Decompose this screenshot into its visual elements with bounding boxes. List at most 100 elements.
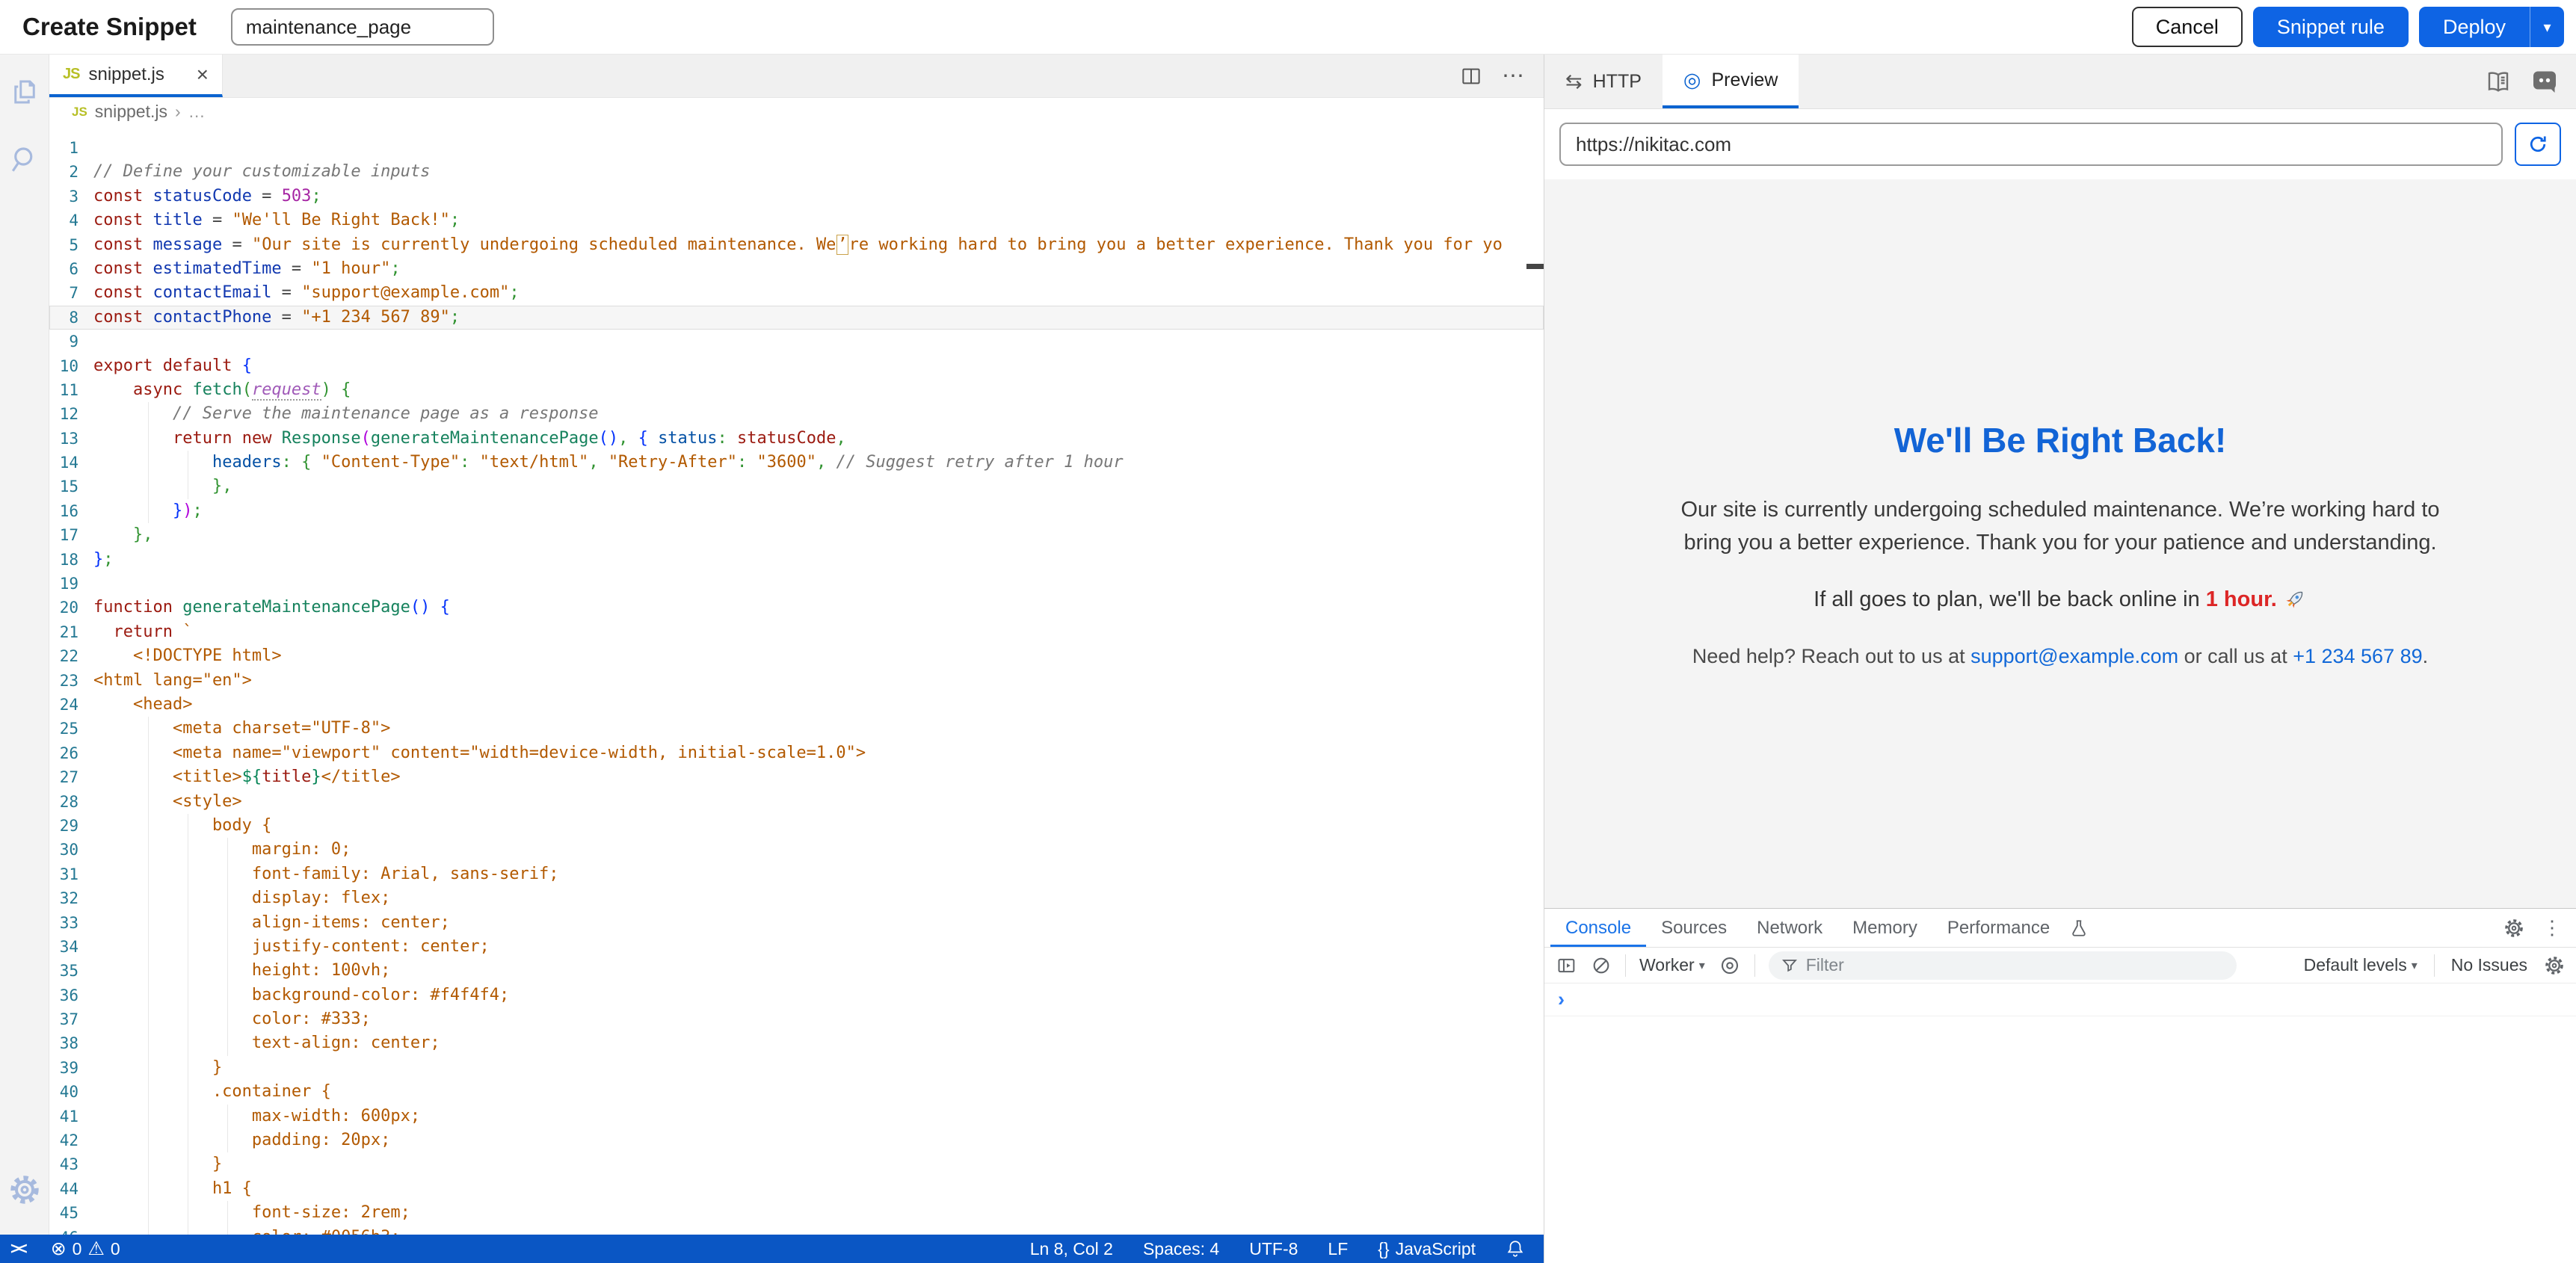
code-line[interactable]: 5const message = "Our site is currently … [49, 233, 1544, 257]
code-line[interactable]: 18}; [49, 548, 1544, 572]
code-line[interactable]: 28 <style> [49, 790, 1544, 814]
code-text: <head> [93, 695, 192, 714]
code-line[interactable]: 3const statusCode = 503; [49, 185, 1544, 209]
breadcrumb-file[interactable]: snippet.js [95, 102, 167, 122]
console-filter[interactable] [1769, 951, 2237, 980]
code-line[interactable]: 14 headers: { "Content-Type": "text/html… [49, 451, 1544, 475]
devtools-tab-performance[interactable]: Performance [1932, 909, 2065, 947]
cancel-button[interactable]: Cancel [2132, 7, 2243, 47]
code-line[interactable]: 13 return new Response(generateMaintenan… [49, 427, 1544, 451]
code-line[interactable]: 39 } [49, 1056, 1544, 1080]
code-line[interactable]: 19 [49, 572, 1544, 596]
clear-console-icon[interactable] [1591, 955, 1612, 976]
tab-http[interactable]: ⇆ HTTP [1544, 55, 1663, 108]
code-line[interactable]: 11 async fetch(request) { [49, 378, 1544, 402]
snippet-rule-button[interactable]: Snippet rule [2253, 7, 2409, 47]
support-email-link[interactable]: support@example.com [1970, 645, 2178, 667]
code-line[interactable]: 42 padding: 20px; [49, 1128, 1544, 1152]
console-settings-gear-icon[interactable] [2544, 955, 2565, 976]
code-line[interactable]: 34 justify-content: center; [49, 935, 1544, 959]
code-line[interactable]: 45 font-size: 2rem; [49, 1201, 1544, 1225]
url-input[interactable] [1559, 123, 2503, 166]
code-line[interactable]: 23<html lang="en"> [49, 669, 1544, 693]
header-actions: Cancel Snippet rule Deploy ▾ [2132, 7, 2564, 47]
code-line[interactable]: 4const title = "We'll Be Right Back!"; [49, 209, 1544, 232]
breadcrumb[interactable]: JS snippet.js › … [49, 98, 1544, 126]
code-line[interactable]: 16 }); [49, 499, 1544, 523]
split-editor-icon[interactable] [1460, 65, 1482, 87]
code-line[interactable]: 8const contactPhone = "+1 234 567 89"; [49, 306, 1544, 330]
code-text: const contactPhone = "+1 234 567 89"; [93, 308, 460, 327]
log-levels-selector[interactable]: Default levels▾ [2304, 955, 2418, 975]
docs-book-icon[interactable] [2485, 68, 2512, 95]
code-line[interactable]: 31 font-family: Arial, sans-serif; [49, 862, 1544, 886]
code-line[interactable]: 46 color: #0056b3; [49, 1226, 1544, 1235]
refresh-button[interactable] [2515, 123, 2561, 166]
code-line[interactable]: 40 .container { [49, 1080, 1544, 1104]
code-line[interactable]: 32 display: flex; [49, 886, 1544, 910]
files-icon[interactable] [8, 75, 41, 108]
tab-snippet-js[interactable]: JS snippet.js × [49, 55, 223, 97]
code-line[interactable]: 41 max-width: 600px; [49, 1105, 1544, 1128]
discord-icon[interactable] [2531, 68, 2558, 95]
devtools-tab-memory[interactable]: Memory [1837, 909, 1932, 947]
code-line[interactable]: 44 h1 { [49, 1177, 1544, 1201]
console-input-row[interactable]: › [1544, 983, 2576, 1016]
close-icon[interactable]: × [197, 64, 209, 85]
console-sidebar-toggle-icon[interactable] [1556, 955, 1577, 976]
code-line[interactable]: 37 color: #333; [49, 1007, 1544, 1031]
code-line[interactable]: 7const contactEmail = "support@example.c… [49, 281, 1544, 305]
search-icon[interactable] [8, 143, 41, 176]
code-line[interactable]: 24 <head> [49, 693, 1544, 717]
indentation-setting[interactable]: Spaces: 4 [1143, 1239, 1219, 1259]
eol-setting[interactable]: LF [1328, 1239, 1348, 1259]
notifications-bell-icon[interactable] [1506, 1239, 1525, 1259]
code-line[interactable]: 33 align-items: center; [49, 911, 1544, 935]
support-phone-link[interactable]: +1 234 567 89 [2293, 645, 2422, 667]
more-actions-icon[interactable]: ⋯ [1502, 63, 1524, 89]
devtools-tab-network[interactable]: Network [1742, 909, 1837, 947]
code-line[interactable]: 35 height: 100vh; [49, 959, 1544, 983]
code-area[interactable]: 12// Define your customizable inputs3con… [49, 126, 1544, 1235]
problems-status[interactable]: ⊗ 0 ⚠ 0 [51, 1238, 120, 1260]
code-line[interactable]: 21 return ` [49, 620, 1544, 644]
remote-indicator-icon[interactable]: >< [10, 1239, 25, 1259]
code-line[interactable]: 38 text-align: center; [49, 1031, 1544, 1055]
devtools-tab-sources[interactable]: Sources [1646, 909, 1742, 947]
code-line[interactable]: 26 <meta name="viewport" content="width=… [49, 741, 1544, 765]
code-line[interactable]: 9 [49, 330, 1544, 353]
experiments-flask-icon[interactable] [2065, 909, 2093, 947]
code-line[interactable]: 15 }, [49, 475, 1544, 498]
code-line[interactable]: 17 }, [49, 523, 1544, 547]
live-expression-eye-icon[interactable] [1719, 954, 1741, 977]
encoding-setting[interactable]: UTF-8 [1249, 1239, 1298, 1259]
code-line[interactable]: 6const estimatedTime = "1 hour"; [49, 257, 1544, 281]
code-line[interactable]: 25 <meta charset="UTF-8"> [49, 717, 1544, 741]
snippet-name-input[interactable] [231, 8, 494, 46]
devtools-settings-gear-icon[interactable] [2503, 918, 2524, 939]
code-line[interactable]: 36 background-color: #f4f4f4; [49, 983, 1544, 1007]
code-line[interactable]: 27 <title>${title}</title> [49, 765, 1544, 789]
code-line[interactable]: 30 margin: 0; [49, 838, 1544, 862]
issues-counter[interactable]: No Issues [2451, 955, 2527, 975]
scrollbar-marker[interactable] [1526, 264, 1544, 269]
code-line[interactable]: 2// Define your customizable inputs [49, 160, 1544, 184]
code-line[interactable]: 20function generateMaintenancePage() { [49, 596, 1544, 620]
filter-input[interactable] [1806, 955, 2180, 975]
code-line[interactable]: 10export default { [49, 354, 1544, 378]
context-selector[interactable]: Worker▾ [1639, 955, 1705, 975]
code-line[interactable]: 12 // Serve the maintenance page as a re… [49, 402, 1544, 426]
deploy-button[interactable]: Deploy [2419, 7, 2530, 47]
code-line[interactable]: 43 } [49, 1152, 1544, 1176]
code-line[interactable]: 29 body { [49, 814, 1544, 838]
code-line[interactable]: 1 [49, 136, 1544, 160]
cursor-position[interactable]: Ln 8, Col 2 [1030, 1239, 1113, 1259]
breadcrumb-more[interactable]: … [188, 102, 206, 122]
settings-gear-icon[interactable] [8, 1173, 41, 1206]
devtools-more-menu-icon[interactable]: ⋮ [2542, 916, 2562, 939]
code-line[interactable]: 22 <!DOCTYPE html> [49, 644, 1544, 668]
language-mode[interactable]: {} JavaScript [1378, 1239, 1476, 1259]
tab-preview[interactable]: ◎ Preview [1663, 55, 1799, 108]
devtools-tab-console[interactable]: Console [1550, 909, 1646, 947]
deploy-caret-button[interactable]: ▾ [2530, 7, 2564, 47]
